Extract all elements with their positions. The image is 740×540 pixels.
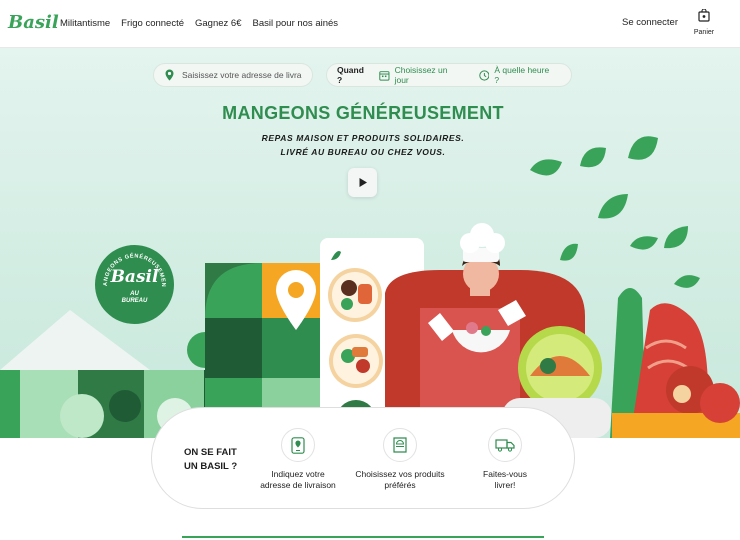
time-picker[interactable]: À quelle heure ? <box>478 65 555 85</box>
how-it-works-title-line-2: UN BASIL ? <box>184 461 238 472</box>
cart-label: Panier <box>693 29 715 36</box>
delivery-time-selector: Quand ? Choisissez un jour À quelle heur… <box>326 63 572 87</box>
shopping-bag-icon <box>698 8 710 22</box>
nav-link-basil-aines[interactable]: Basil pour nos ainés <box>252 18 338 29</box>
step-address-line-2: adresse de livraison <box>260 480 336 490</box>
top-navigation-bar: Basil Militantisme Frigo connecté Gagnez… <box>0 0 740 48</box>
badge-subtitle-line-1: AU <box>130 291 139 297</box>
address-search-field[interactable] <box>153 63 313 87</box>
step-delivery-line-1: Faites-vous <box>483 469 527 479</box>
cart-button[interactable]: Panier <box>690 8 718 36</box>
day-picker-label: Choisissez un jour <box>394 65 448 85</box>
step-address-line-1: Indiquez votre <box>271 469 325 479</box>
play-video-button[interactable] <box>348 168 377 197</box>
hero-title: MANGEONS GÉNÉREUSEMENT <box>222 103 504 123</box>
step-products-line-2: préférés <box>384 480 416 490</box>
main-nav: Militantisme Frigo connecté Gagnez 6€ Ba… <box>60 18 338 29</box>
time-picker-label: À quelle heure ? <box>494 65 550 85</box>
play-icon <box>359 178 367 187</box>
badge-subtitle-line-2: BUREAU <box>121 298 148 304</box>
hero-section: Quand ? Choisissez un jour À quelle heur… <box>0 48 740 438</box>
day-picker[interactable]: Choisissez un jour <box>379 65 463 85</box>
step-products: Choisissez vos produits préférés <box>352 428 448 491</box>
calendar-icon <box>379 70 390 81</box>
delivery-truck-icon <box>488 428 522 462</box>
login-link[interactable]: Se connecter <box>622 17 678 28</box>
food-bag-icon <box>383 428 417 462</box>
badge-subtitle: AU BUREAU <box>95 291 174 305</box>
step-delivery-line-2: livrer! <box>494 480 516 490</box>
hero-subtitle: REPAS MAISON ET PRODUITS SOLIDAIRES. LIV… <box>0 131 726 159</box>
when-label: Quand ? <box>337 65 364 85</box>
how-it-works-card: ON SE FAIT UN BASIL ? Indiquez votre adr… <box>151 407 575 509</box>
badge-logo: Basil <box>110 267 159 287</box>
how-it-works-title-line-1: ON SE FAIT <box>184 447 237 458</box>
step-delivery: Faites-vous livrer! <box>457 428 553 491</box>
nav-link-militantisme[interactable]: Militantisme <box>60 18 110 29</box>
nav-link-frigo-connecte[interactable]: Frigo connecté <box>121 18 184 29</box>
map-pin-icon <box>165 69 174 81</box>
step-address: Indiquez votre adresse de livraison <box>250 428 346 491</box>
hero-subtitle-line-2: LIVRÉ AU BUREAU OU CHEZ VOUS. <box>280 147 446 157</box>
step-products-line-1: Choisissez vos produits <box>355 469 445 479</box>
section-divider <box>182 536 544 538</box>
address-input[interactable] <box>182 70 302 80</box>
basil-logo[interactable]: Basil <box>8 12 59 33</box>
phone-pin-icon <box>281 428 315 462</box>
hero-subtitle-line-1: REPAS MAISON ET PRODUITS SOLIDAIRES. <box>261 133 465 143</box>
clock-icon <box>478 69 490 81</box>
nav-link-gagnez[interactable]: Gagnez 6€ <box>195 18 241 29</box>
how-it-works-title: ON SE FAIT UN BASIL ? <box>184 446 237 474</box>
page: Basil Militantisme Frigo connecté Gagnez… <box>0 0 740 540</box>
basil-au-bureau-badge: MANGEONS GÉNÉREUSEMENT Basil AU BUREAU <box>95 245 174 324</box>
